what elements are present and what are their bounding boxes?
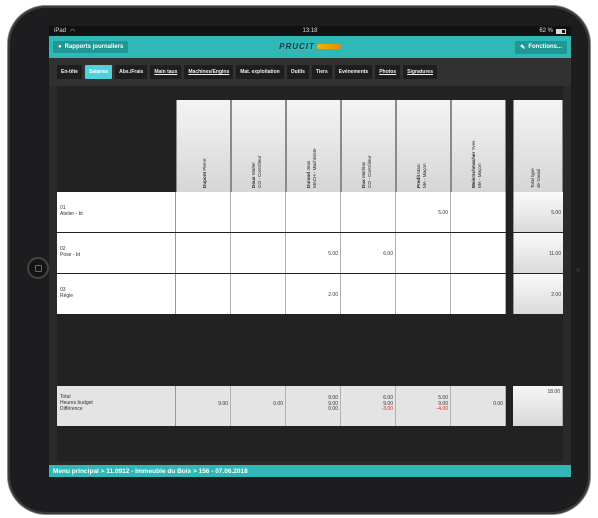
reports-button[interactable]: ● Rapports journaliers [53, 41, 129, 53]
tab-en-tete[interactable]: En-tête [57, 65, 82, 79]
footer-cell: 0.00 [231, 386, 286, 426]
app-logo: PRUCIT [279, 42, 341, 51]
clock: 13:18 [302, 28, 318, 34]
row-total: 11.00 [513, 233, 563, 273]
row-total: 5.00 [513, 192, 563, 232]
app-screen: iPad ◠ 13:18 62 % ● Rapports journaliers … [49, 26, 571, 477]
footer-cell: 0.00 [451, 386, 506, 426]
hours-cell[interactable] [231, 274, 286, 314]
tab-tiers[interactable]: Tiers [311, 65, 332, 79]
row-total: 2.00 [513, 274, 563, 314]
tab-evenements[interactable]: Evénements [334, 65, 373, 79]
hours-cell[interactable] [451, 192, 506, 232]
hours-cell[interactable] [396, 274, 451, 314]
column-header[interactable]: Predit Marc MA - Maçon [396, 100, 451, 192]
hours-cell[interactable] [176, 274, 231, 314]
column-header[interactable]: Dupont Pierre [176, 100, 231, 192]
column-header[interactable]: Meierschmacher Yves MA - Maçon [451, 100, 506, 192]
logo-text: PRUCIT [279, 42, 315, 51]
hours-cell[interactable]: 2.00 [286, 274, 341, 314]
battery-icon [556, 28, 566, 34]
pencil-icon: ✎ [520, 44, 526, 51]
hours-cell[interactable] [396, 233, 451, 273]
breadcrumb[interactable]: Menu principal > 11.0912 - Immeuble du B… [49, 465, 571, 477]
hours-cell[interactable]: 6.00 [341, 233, 396, 273]
hours-cell[interactable] [231, 192, 286, 232]
people-icon: ● [58, 44, 62, 50]
tab-salaires[interactable]: Salaires [84, 65, 113, 79]
column-header[interactable]: Doux Walter CO - Contrôleur [231, 100, 286, 192]
footer-labels: Total Heures budget Différence [57, 386, 176, 426]
tab-outils[interactable]: Outils [286, 65, 309, 79]
footer-cell: 9.00 9.00 0.00 [286, 386, 341, 426]
row-label: 03 Régie [57, 274, 176, 314]
home-button[interactable] [27, 257, 49, 279]
tab-main-taux[interactable]: Main taux [150, 65, 182, 79]
tab-abs-frais[interactable]: Abs./Frais [115, 65, 148, 79]
hours-cell[interactable] [341, 274, 396, 314]
tab-mat-exploitation[interactable]: Mat. exploitation [236, 65, 284, 79]
salary-grid: Dupont Pierre Doux Walter CO - Contrôleur… [57, 86, 563, 461]
hours-cell[interactable] [451, 274, 506, 314]
row-label: 01 Atelier - bt [57, 192, 176, 232]
status-bar: iPad ◠ 13:18 62 % [49, 26, 571, 36]
row-label: 02 Pose - bt [57, 233, 176, 273]
tab-photos[interactable]: Photos [375, 65, 401, 79]
tab-bar: En-tête Salaires Abs./Frais Main taux Ma… [49, 58, 571, 86]
hours-cell[interactable]: 5.00 [396, 192, 451, 232]
functions-button[interactable]: ✎ Fonctions... [515, 40, 567, 54]
hours-cell[interactable] [341, 192, 396, 232]
reports-label: Rapports journaliers [64, 44, 124, 50]
hours-cell[interactable] [286, 192, 341, 232]
tab-signatures[interactable]: Signatures [403, 65, 437, 79]
footer-cell: 9.00 [176, 386, 231, 426]
footer-cell: 6.00 9.00 -3.00 [341, 386, 396, 426]
hours-cell[interactable] [176, 192, 231, 232]
hours-cell[interactable]: 5.00 [286, 233, 341, 273]
tab-machines[interactable]: Machines/Engins [184, 65, 234, 79]
column-header[interactable]: Durand Jean MACH - Machiniste [286, 100, 341, 192]
camera-dot [576, 268, 580, 272]
functions-label: Fonctions... [528, 44, 562, 50]
hours-cell[interactable] [451, 233, 506, 273]
grand-total: 18.00 [513, 386, 563, 426]
column-header[interactable]: Dux Mathias CO - Contrôleur [341, 100, 396, 192]
hours-cell[interactable] [176, 233, 231, 273]
footer-cell: 5.00 9.00 -4.00 [396, 386, 451, 426]
total-column-header: Total type de travail [513, 100, 563, 192]
logo-bar-icon [316, 44, 341, 49]
top-bar: ● Rapports journaliers PRUCIT ✎ Fonction… [49, 36, 571, 58]
hours-cell[interactable] [231, 233, 286, 273]
